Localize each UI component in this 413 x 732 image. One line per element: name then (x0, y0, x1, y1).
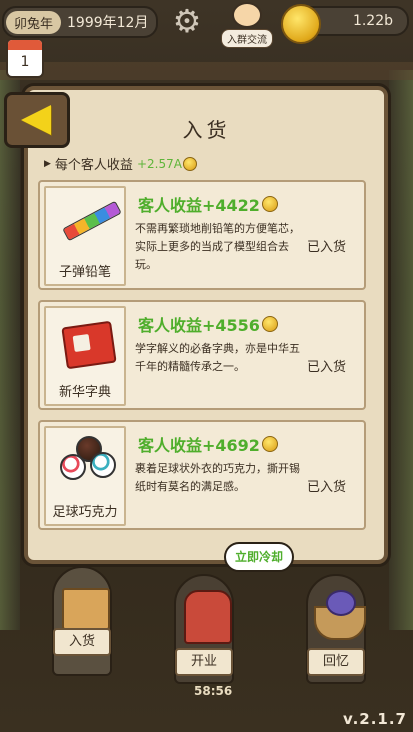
item-name: 新华字典 (58, 385, 111, 400)
pencil-icon (62, 200, 122, 242)
item-thumbnail: 子弹铅笔 (44, 186, 126, 286)
item-description: 不需再繁琐地削铅笔的方便笔芯，实际上更多的当成了模型组合去玩。 (135, 222, 300, 271)
income-label: 每个客人收益 (54, 158, 133, 173)
group-avatar-icon (232, 2, 262, 28)
income-value: +2.57A (136, 156, 182, 171)
cooldown-bubble[interactable]: 立即冷却 (224, 542, 294, 572)
calendar-number: 1 (20, 54, 30, 70)
item-thumbnail: 足球巧克力 (44, 426, 126, 526)
item-status: 已入货 (306, 240, 346, 255)
dictionary-icon (61, 320, 117, 370)
item-thumbnail: 新华字典 (44, 306, 126, 406)
item-income-text: 客人收益+4422 (138, 196, 260, 215)
item-income: 客人收益+4692 (138, 432, 278, 456)
page-title: 入货 (182, 118, 231, 142)
item-description: 裹着足球状外衣的巧克力，撕开锡纸时有莫名的满足感。 (135, 462, 300, 493)
nav-open-label: 开业 (175, 648, 233, 676)
income-summary: ▶ 每个客人收益 +2.57A (44, 154, 197, 173)
chocolate-ball-icon (60, 454, 86, 480)
cooldown-timer: 58:56 (194, 684, 233, 698)
shelf-decoration (0, 62, 413, 80)
right-shelf-decoration (389, 70, 413, 630)
nav-open[interactable]: 开业 (172, 574, 236, 684)
calendar-icon[interactable]: 1 (6, 38, 44, 78)
stall-icon (184, 590, 232, 644)
coin-amount: 1.22b (352, 13, 393, 29)
version-label: v.2.1.7 (343, 710, 407, 728)
item-status: 已入货 (306, 360, 346, 375)
coin-icon (261, 316, 278, 332)
item-description: 学字解义的必备字典，亦是中华五千年的精髓传承之一。 (135, 342, 300, 373)
item-name: 足球巧克力 (52, 505, 118, 520)
zodiac-year-tag: 卯兔年 (6, 10, 62, 34)
date-text: 1999年12月 (67, 15, 149, 31)
nav-stock-arch (52, 566, 112, 676)
item-income: 客人收益+4422 (138, 192, 278, 216)
item-status: 已入货 (306, 480, 346, 495)
coin-icon (281, 4, 321, 44)
list-item[interactable]: 新华字典 客人收益+4556 学字解义的必备字典，亦是中华五千年的精髓传承之一。… (38, 300, 366, 410)
list-item[interactable]: 足球巧克力 客人收益+4692 裹着足球状外衣的巧克力，撕开锡纸时有莫名的满足感… (38, 420, 366, 530)
item-name: 子弹铅笔 (58, 265, 111, 280)
nav-memory[interactable]: 回忆 (304, 574, 368, 684)
chocolate-ball-icon (90, 452, 116, 478)
box-icon (62, 588, 110, 630)
item-income-text: 客人收益+4692 (138, 436, 260, 455)
coin-icon (261, 436, 278, 452)
left-shelf-decoration (0, 70, 20, 630)
join-group-button[interactable]: 入群交流 (220, 2, 274, 48)
list-item[interactable]: 子弹铅笔 客人收益+4422 不需再繁琐地削铅笔的方便笔芯，实际上更多的当成了模… (38, 180, 366, 290)
item-income: 客人收益+4556 (138, 312, 278, 336)
triangle-icon: ▶ (44, 158, 51, 169)
join-group-label: 入群交流 (221, 29, 273, 48)
date-display: 卯兔年 1999年12月 (2, 6, 158, 38)
coin-icon (261, 196, 278, 212)
gear-icon[interactable]: ⚙ (170, 4, 204, 38)
nav-memory-label: 回忆 (307, 648, 365, 676)
nav-stock-label: 入货 (53, 628, 111, 656)
item-income-text: 客人收益+4556 (138, 316, 260, 335)
nav-stock[interactable]: 入货 (50, 566, 114, 676)
coin-icon (182, 156, 197, 171)
coin-balance: 1.22b (281, 4, 409, 44)
basket-icon (314, 590, 366, 640)
